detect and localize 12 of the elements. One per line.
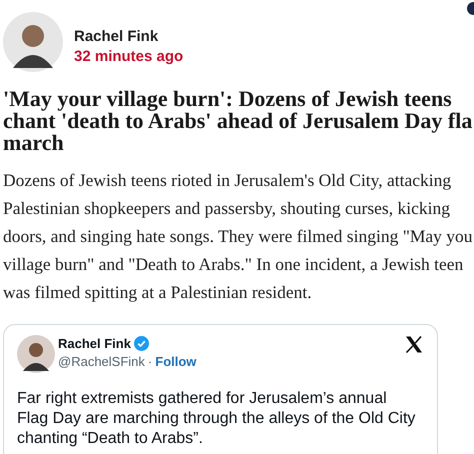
timestamp: 32 minutes ago: [74, 46, 184, 66]
account-name: Rachel Fink: [58, 336, 131, 350]
tweet-text: Far right extremists gathered for Jerusalem’s annual Flag Day are marching through the alleys of the Old City chanting “Death to Arabs”.: [17, 389, 416, 449]
article-text: Dozens of Jewish teens rioted in Jerusalem's Old City, attacking Palestinian shopkeepers and passersby, shouting curses, kicking doors, and singing hate songs. They were filmed singing "May you village burn" and "Death to Arabs." In one incident, a Jewish teen was filmed spitting at a Palestinian resident.: [3, 169, 474, 304]
author-name: Rachel Fink: [74, 26, 160, 46]
separator: ·: [148, 354, 152, 368]
avatar-icon: [17, 335, 55, 373]
avatar-icon: [3, 12, 63, 72]
follow-link[interactable]: Follow: [155, 354, 196, 368]
headline: 'May your village burn': Dozens of Jewish teens chant 'death to Arabs' ahead of Jerusalem Day fla march: [3, 88, 474, 154]
x-logo-icon[interactable]: [405, 336, 423, 353]
account-handle: @RachelSFink: [58, 354, 145, 368]
